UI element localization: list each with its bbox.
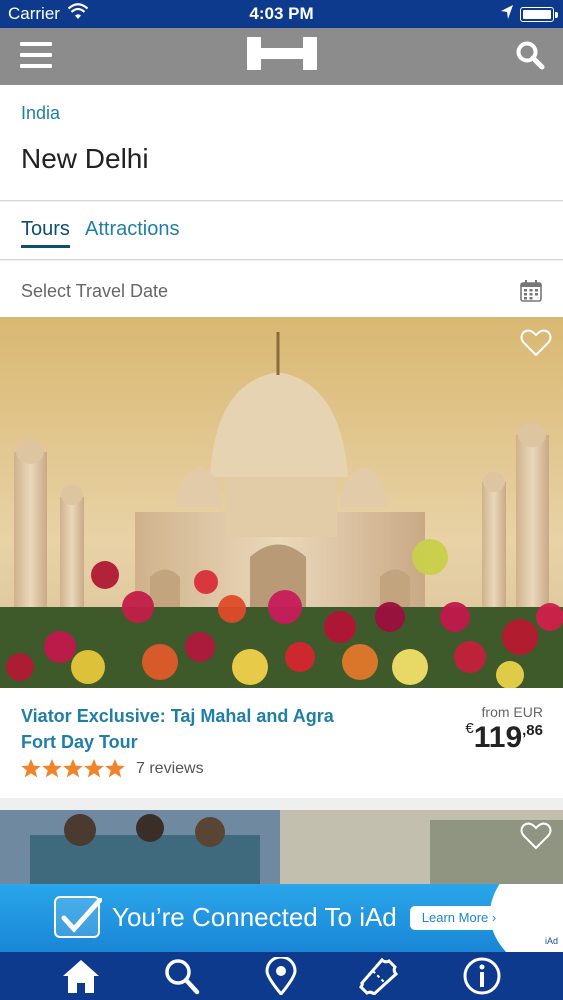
tab-attractions[interactable]: Attractions xyxy=(85,218,179,241)
tour-title[interactable]: Viator Exclusive: Taj Mahal and Agra For… xyxy=(21,703,371,755)
battery-tip xyxy=(555,12,558,18)
star-rating xyxy=(21,758,125,780)
travel-date-label: Select Travel Date xyxy=(21,281,169,301)
tour-photo xyxy=(0,810,563,890)
tab-tours[interactable]: Tours xyxy=(21,218,70,248)
favorite-heart-icon[interactable] xyxy=(520,329,552,357)
favorite-heart-icon[interactable] xyxy=(520,822,552,850)
ticket-icon[interactable] xyxy=(358,957,399,997)
search-icon[interactable] xyxy=(161,957,201,995)
review-count: 7 reviews xyxy=(136,760,204,777)
city-title: New Delhi xyxy=(21,143,149,174)
price-integer: 119 xyxy=(473,721,523,754)
price-currency: € xyxy=(465,720,474,737)
hotels-h-logo xyxy=(247,37,317,70)
ad-tag: iAd xyxy=(545,936,559,946)
checkmark-icon xyxy=(54,896,103,938)
search-icon[interactable] xyxy=(515,40,545,70)
clock: 4:03 PM xyxy=(249,4,314,23)
tab-bar: Tours Attractions xyxy=(0,202,563,260)
ad-text: You’re Connected To iAd xyxy=(112,902,397,932)
battery-icon xyxy=(520,7,554,22)
travel-date-selector[interactable]: Select Travel Date xyxy=(0,261,563,317)
price-from-label: from EUR xyxy=(481,704,543,720)
location-header: India New Delhi xyxy=(0,85,563,201)
location-pin-icon[interactable] xyxy=(261,955,301,997)
info-icon[interactable] xyxy=(462,957,502,995)
price-cents: ,86 xyxy=(522,722,543,739)
tour-price: €119,86 xyxy=(420,720,543,755)
home-icon[interactable] xyxy=(61,957,101,995)
taj-mahal-photo xyxy=(0,317,563,688)
tour-card[interactable] xyxy=(0,810,563,890)
calendar-icon[interactable] xyxy=(520,280,542,302)
learn-more-button[interactable]: Learn More › xyxy=(410,906,508,930)
country-link[interactable]: India xyxy=(21,103,60,124)
nav-bar xyxy=(0,28,563,85)
hamburger-menu-icon[interactable] xyxy=(20,42,52,70)
iad-banner[interactable]: You’re Connected To iAd Learn More › iAd xyxy=(0,884,563,952)
bottom-tab-bar xyxy=(0,952,563,1000)
location-arrow-icon xyxy=(500,4,514,25)
tour-card[interactable]: Viator Exclusive: Taj Mahal and Agra For… xyxy=(0,317,563,798)
status-bar: Carrier 4:03 PM xyxy=(0,0,563,28)
